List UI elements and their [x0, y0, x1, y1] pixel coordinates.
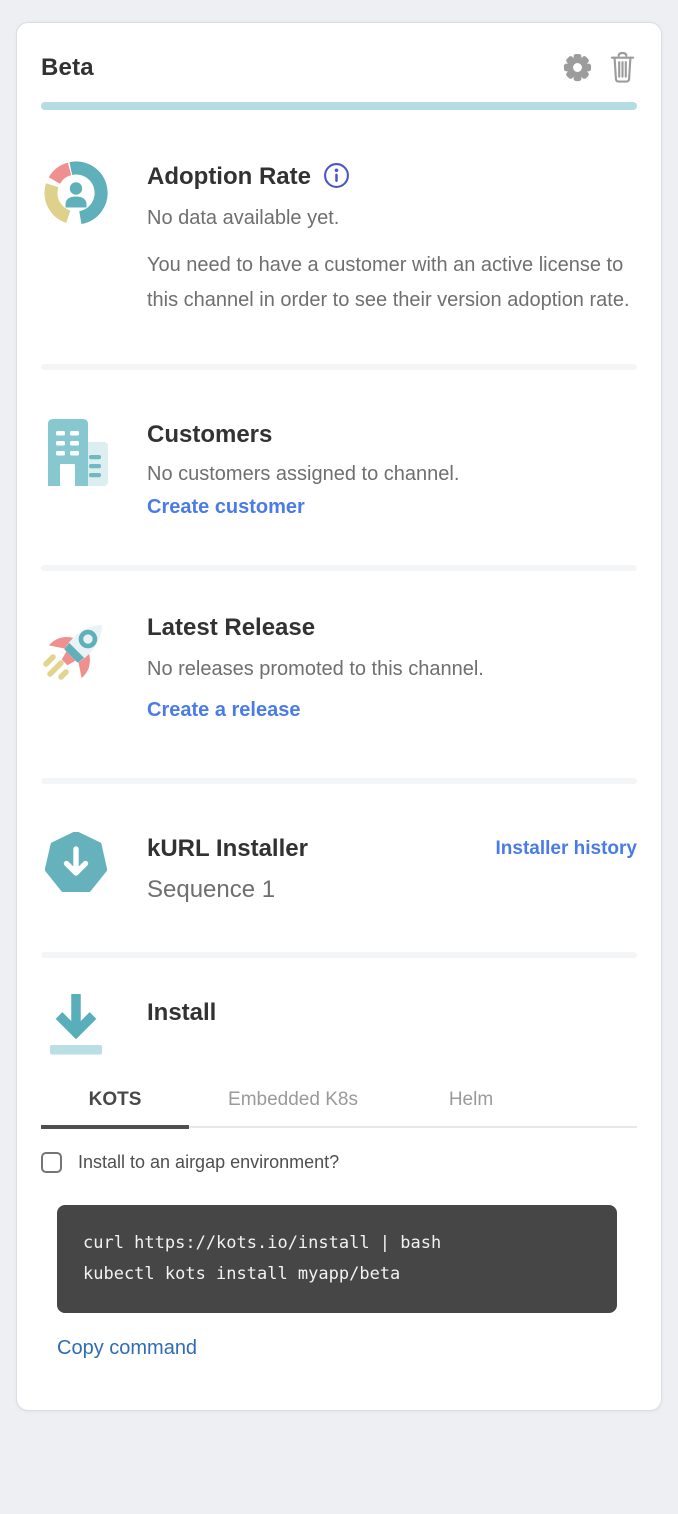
- settings-button[interactable]: [562, 52, 593, 83]
- create-release-link[interactable]: Create a release: [147, 699, 300, 722]
- divider: [41, 565, 637, 571]
- installer-history-link[interactable]: Installer history: [496, 832, 638, 866]
- install-command-block: curl https://kots.io/install | bashkubec…: [57, 1205, 617, 1313]
- gear-icon: [562, 71, 593, 86]
- adoption-empty-message: No data available yet.: [147, 204, 637, 232]
- download-arrow-icon: [47, 988, 105, 1063]
- channel-card: Beta: [16, 22, 662, 1411]
- rocket-icon: [37, 611, 115, 692]
- command-line-1: curl https://kots.io/install | bash: [83, 1228, 591, 1259]
- create-customer-link[interactable]: Create customer: [147, 496, 305, 519]
- tab-helm[interactable]: Helm: [397, 1089, 545, 1129]
- info-icon[interactable]: [323, 162, 350, 189]
- adoption-donut-icon: [43, 160, 109, 231]
- install-tabs: KOTS Embedded K8s Helm: [41, 1089, 637, 1128]
- install-title: Install: [147, 996, 637, 1030]
- divider: [41, 364, 637, 370]
- kurl-installer-title: kURL Installer: [147, 832, 308, 866]
- card-header: Beta: [41, 51, 637, 84]
- customers-title: Customers: [147, 418, 637, 452]
- delete-button[interactable]: [608, 51, 637, 84]
- kurl-heptagon-icon: [45, 832, 107, 899]
- airgap-label[interactable]: Install to an airgap environment?: [78, 1152, 339, 1173]
- buildings-icon: [40, 418, 112, 491]
- customers-section: Customers No customers assigned to chann…: [41, 418, 637, 519]
- command-line-2: kubectl kots install myapp/beta: [83, 1259, 591, 1290]
- copy-command-link[interactable]: Copy command: [57, 1337, 197, 1360]
- airgap-checkbox[interactable]: [41, 1152, 62, 1173]
- adoption-description: You need to have a customer with an acti…: [147, 248, 637, 318]
- latest-release-title: Latest Release: [147, 611, 637, 645]
- release-empty-message: No releases promoted to this channel.: [147, 655, 637, 683]
- trash-icon: [608, 72, 637, 87]
- installer-sequence: Sequence 1: [147, 874, 637, 906]
- install-section: Install: [41, 988, 637, 1063]
- airgap-row: Install to an airgap environment?: [41, 1152, 637, 1173]
- divider: [41, 778, 637, 784]
- channel-accent-bar: [41, 102, 637, 110]
- adoption-rate-section: Adoption Rate No data available yet. You…: [41, 160, 637, 318]
- channel-name: Beta: [41, 54, 94, 82]
- latest-release-section: Latest Release No releases promoted to t…: [41, 611, 637, 722]
- customers-empty-message: No customers assigned to channel.: [147, 460, 637, 488]
- adoption-rate-title: Adoption Rate: [147, 160, 311, 194]
- header-actions: [562, 51, 637, 84]
- divider: [41, 952, 637, 958]
- kurl-installer-section: kURL Installer Installer history Sequenc…: [41, 832, 637, 906]
- tab-embedded-k8s[interactable]: Embedded K8s: [219, 1089, 367, 1129]
- tab-kots[interactable]: KOTS: [41, 1089, 189, 1129]
